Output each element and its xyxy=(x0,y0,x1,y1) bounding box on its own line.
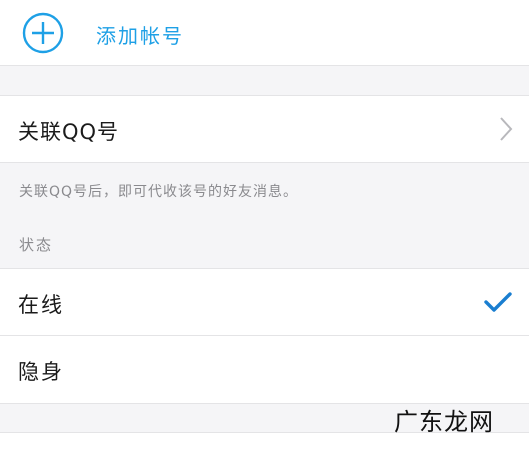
link-qq-label: 关联QQ号 xyxy=(18,120,120,144)
add-account-row[interactable]: 添加帐号 xyxy=(0,0,529,66)
status-section-title: 状态 xyxy=(19,236,54,254)
chevron-right-icon xyxy=(499,116,513,142)
plus-circle-icon xyxy=(22,12,64,54)
status-option-label: 隐身 xyxy=(18,360,64,384)
status-option-invisible[interactable]: 隐身 xyxy=(0,336,529,403)
status-option-online[interactable]: 在线 xyxy=(0,269,529,336)
add-account-label: 添加帐号 xyxy=(96,24,184,48)
checkmark-icon xyxy=(484,291,512,313)
link-qq-hint: 关联QQ号后，即可代收该号的好友消息。 xyxy=(19,184,299,200)
status-options: 在线 隐身 xyxy=(0,268,529,404)
watermark-text: 广东龙网 xyxy=(394,408,494,436)
status-option-label: 在线 xyxy=(18,293,64,317)
link-qq-row[interactable]: 关联QQ号 xyxy=(0,95,529,163)
